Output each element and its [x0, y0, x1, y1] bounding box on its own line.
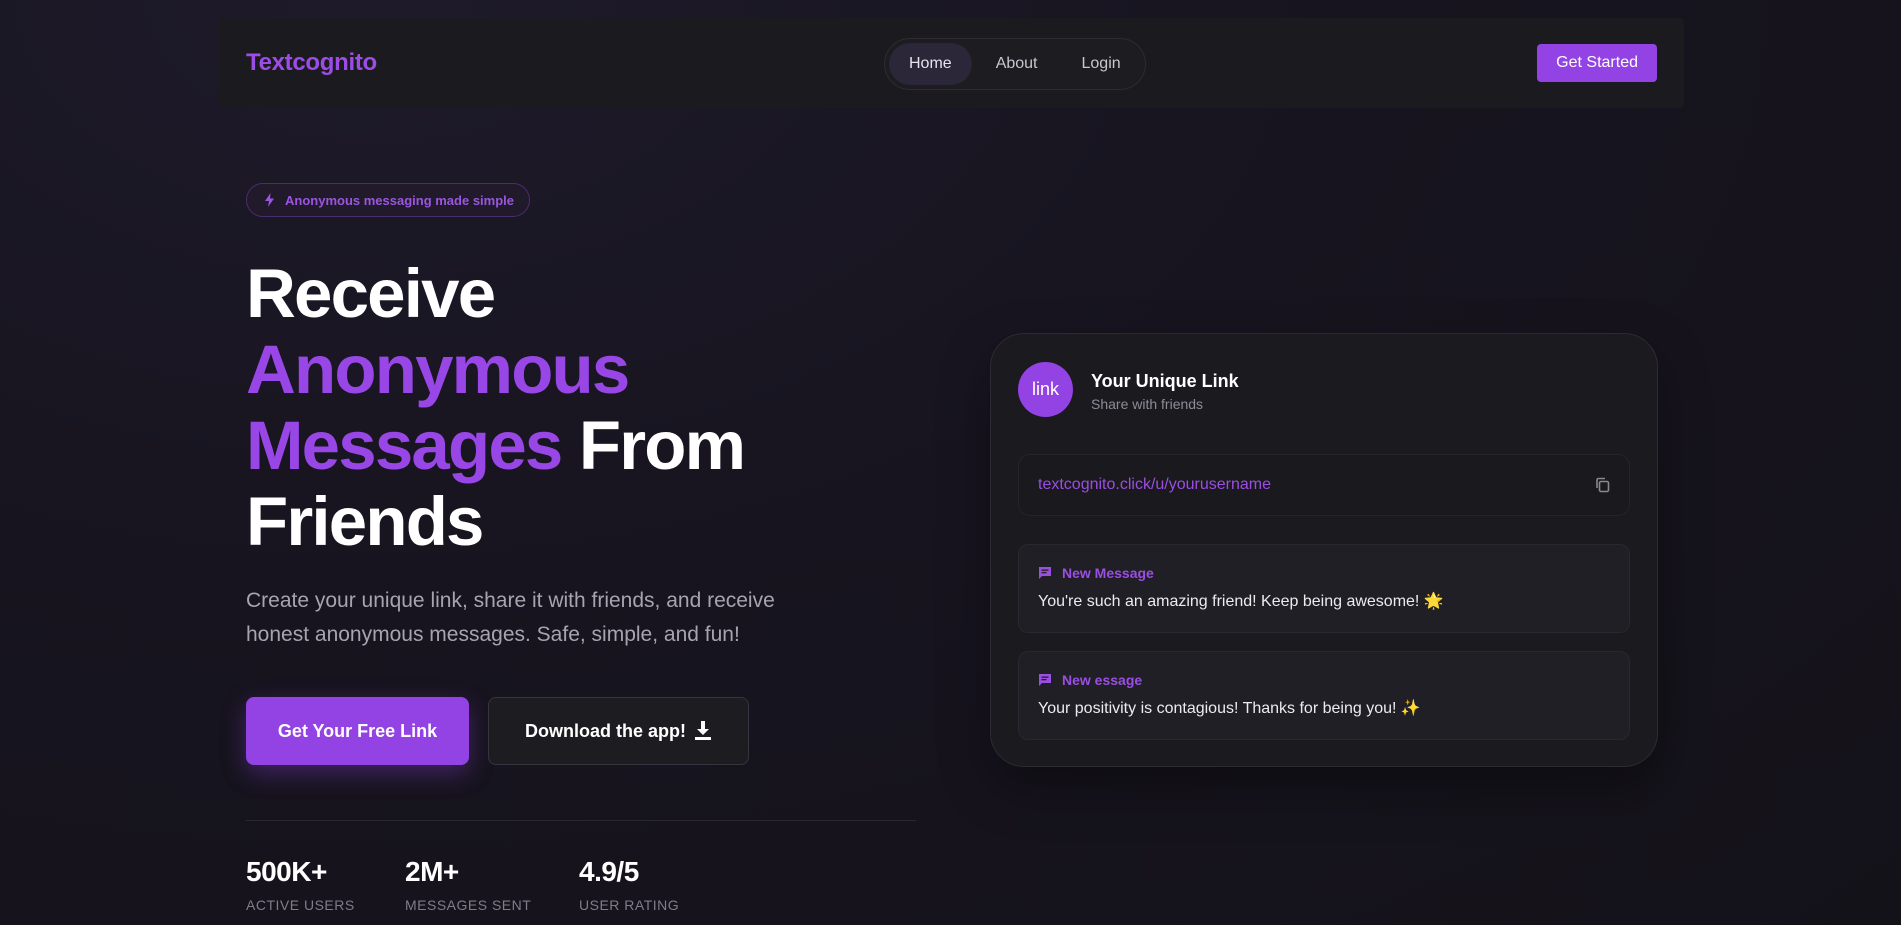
hero-title-accent-word2: Messages — [246, 407, 563, 484]
nav-login-link[interactable]: Login — [1062, 43, 1141, 85]
stat-label: MESSAGES SENT — [405, 897, 532, 913]
message-icon — [1039, 567, 1051, 579]
landing-page: Textcognito Home About Login Get Started… — [0, 0, 1901, 925]
link-avatar: link — [1018, 362, 1073, 417]
nav-home-link[interactable]: Home — [889, 43, 972, 85]
card-title: Your Unique Link — [1091, 371, 1239, 391]
hero-title: Receive Anonymous Messages From Friends — [246, 256, 806, 560]
message-icon — [1039, 674, 1051, 686]
nav-menu: Home About Login — [884, 38, 1146, 90]
get-free-link-button[interactable]: Get Your Free Link — [246, 697, 469, 765]
download-app-button[interactable]: Download the app! — [488, 697, 749, 765]
unique-link-field[interactable]: textcognito.click/u/yourusername — [1018, 454, 1630, 516]
message-text: You're such an amazing friend! Keep bein… — [1038, 593, 1444, 610]
message-text: Your positivity is contagious! Thanks fo… — [1038, 700, 1421, 717]
stat-value: 500K+ — [246, 856, 327, 887]
get-started-button[interactable]: Get Started — [1537, 44, 1657, 82]
stat-value: 4.9/5 — [579, 856, 639, 887]
unique-link-card: link Your Unique Link Share with friends… — [990, 333, 1658, 767]
nav-about-link[interactable]: About — [976, 43, 1058, 85]
logo[interactable]: Textcognito — [246, 49, 377, 77]
navbar: Textcognito Home About Login Get Started — [218, 18, 1684, 108]
stats-divider — [246, 820, 916, 821]
stat-label: USER RATING — [579, 897, 680, 913]
stat-active-users: 500K+ ACTIVE USERS — [246, 856, 355, 913]
hero-title-accent-word1: Anonymous — [246, 331, 630, 408]
unique-link-text[interactable]: textcognito.click/u/yourusername — [1038, 476, 1271, 494]
hero-title-line1: Receive — [246, 255, 496, 332]
hero-subtitle: Create your unique link, share it with f… — [246, 589, 775, 646]
lightning-icon — [265, 193, 274, 207]
download-icon — [695, 721, 711, 740]
message-heading: New essage — [1062, 672, 1143, 688]
download-app-label: Download the app! — [525, 720, 686, 741]
copy-icon[interactable] — [1594, 476, 1612, 494]
card-subtitle: Share with friends — [1091, 396, 1204, 412]
hero-badge-text: Anonymous messaging made simple — [285, 192, 515, 208]
message-header: New essage — [1038, 672, 1610, 688]
message-preview: New Message You're such an amazing frien… — [1018, 544, 1630, 633]
message-heading: New Message — [1062, 565, 1154, 581]
stat-messages-sent: 2M+ MESSAGES SENT — [405, 856, 531, 913]
stat-value: 2M+ — [405, 856, 459, 887]
stat-label: ACTIVE USERS — [246, 897, 355, 913]
stat-user-rating: 4.9/5 USER RATING — [579, 856, 679, 913]
message-header: New Message — [1038, 565, 1610, 581]
hero-badge: Anonymous messaging made simple — [246, 183, 531, 217]
hero-title-from: From — [578, 407, 746, 484]
message-preview: New essage Your positivity is contagious… — [1018, 651, 1630, 740]
hero-title-line4: Friends — [246, 483, 484, 560]
